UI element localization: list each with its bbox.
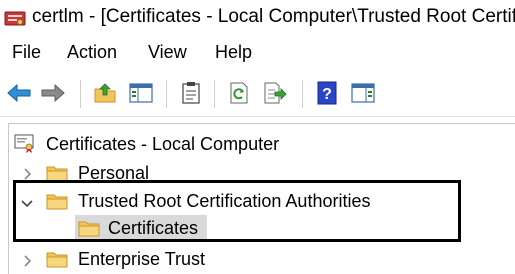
up-folder-icon[interactable] (92, 80, 118, 106)
menu-file[interactable]: File (12, 42, 41, 63)
menu-help[interactable]: Help (215, 42, 252, 63)
chevron-right-icon[interactable] (20, 167, 34, 181)
refresh-icon[interactable] (226, 80, 252, 106)
menu-action[interactable]: Action (67, 42, 117, 63)
menu-view[interactable]: View (148, 42, 187, 63)
title-bar: certlm - [Certificates - Local Computer\… (0, 0, 515, 36)
action-pane-icon[interactable] (350, 80, 376, 106)
tree-item-enterprise-trust[interactable]: Enterprise Trust (78, 245, 205, 273)
tree-item-root-label: Certificates - Local Computer (46, 133, 280, 154)
svg-text:?: ? (322, 86, 332, 103)
export-list-icon[interactable] (262, 80, 288, 106)
properties-clipboard-icon[interactable] (178, 80, 204, 106)
tree-item-enterprise-trust-label: Enterprise Trust (78, 248, 206, 269)
forward-arrow-icon[interactable] (40, 80, 66, 106)
annotation-box (13, 180, 461, 242)
certificate-manager-icon (4, 9, 26, 27)
folder-icon (46, 250, 68, 268)
chevron-right-icon[interactable] (20, 254, 34, 268)
menu-bar: File Action View Help (0, 40, 515, 68)
window-title: certlm - [Certificates - Local Computer\… (32, 6, 515, 27)
tree-item-root[interactable]: Certificates - Local Computer (46, 130, 279, 158)
certificates-root-icon (14, 134, 36, 153)
toolbar: ? (0, 72, 515, 117)
help-icon[interactable]: ? (314, 80, 340, 106)
show-hide-tree-icon[interactable] (128, 80, 154, 106)
back-arrow-icon[interactable] (6, 80, 32, 106)
